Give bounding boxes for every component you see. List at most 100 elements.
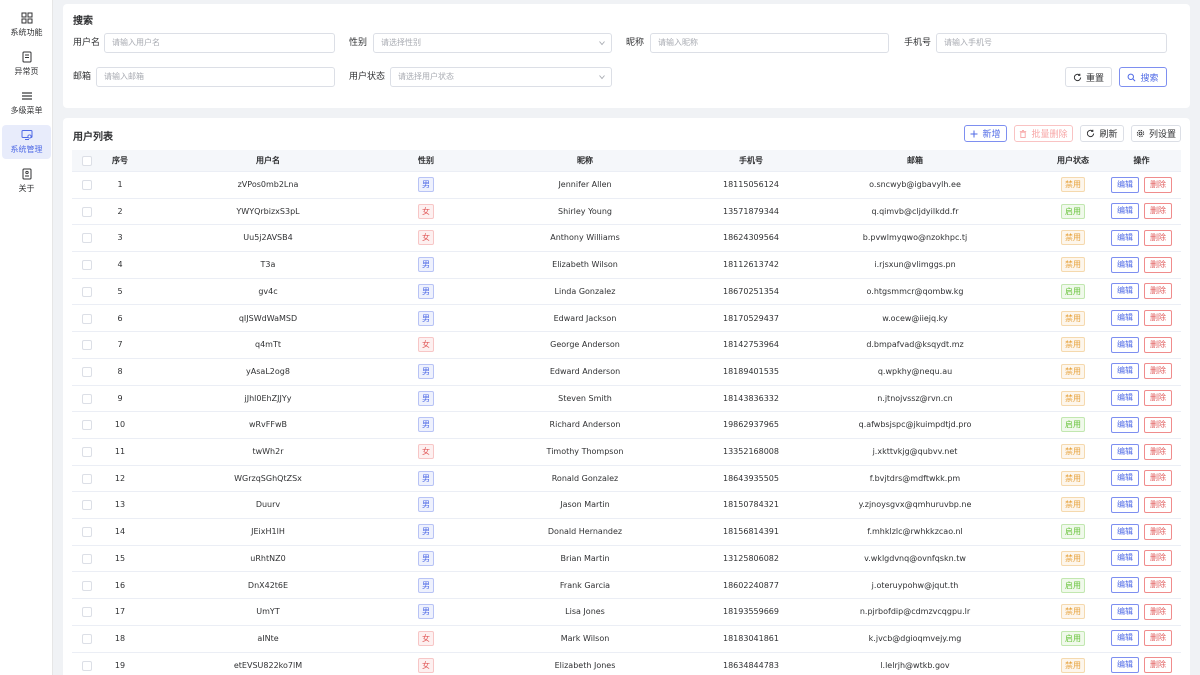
cell-gender: 男 bbox=[398, 599, 454, 625]
row-checkbox[interactable] bbox=[82, 340, 92, 351]
delete-button[interactable]: 删除 bbox=[1144, 256, 1172, 273]
sidebar-item-multi-menu[interactable]: 多级菜单 bbox=[2, 86, 51, 120]
edit-button[interactable]: 编辑 bbox=[1111, 550, 1139, 567]
edit-button[interactable]: 编辑 bbox=[1111, 229, 1139, 246]
edit-button[interactable]: 编辑 bbox=[1111, 630, 1139, 647]
row-checkbox[interactable] bbox=[82, 206, 92, 217]
column-settings-button[interactable]: 列设置 bbox=[1131, 125, 1181, 142]
cell-nickname: Linda Gonzalez bbox=[554, 286, 616, 296]
sidebar-item-error-page[interactable]: 异常页 bbox=[2, 47, 51, 81]
delete-button[interactable]: 删除 bbox=[1144, 550, 1172, 567]
edit-button[interactable]: 编辑 bbox=[1111, 363, 1139, 380]
edit-button[interactable]: 编辑 bbox=[1111, 523, 1139, 540]
refresh-label: 刷新 bbox=[1099, 130, 1118, 140]
row-checkbox[interactable] bbox=[82, 527, 92, 538]
row-checkbox[interactable] bbox=[82, 180, 92, 190]
row-checkbox[interactable] bbox=[82, 607, 92, 618]
row-checkbox[interactable] bbox=[82, 553, 92, 564]
delete-button[interactable]: 删除 bbox=[1144, 363, 1172, 380]
edit-button[interactable]: 编辑 bbox=[1111, 203, 1139, 220]
row-checkbox[interactable] bbox=[82, 260, 92, 271]
edit-button[interactable]: 编辑 bbox=[1111, 336, 1139, 353]
sidebar-item-about[interactable]: 关于 bbox=[2, 164, 51, 198]
search-panel: 搜索 用户名 请输入用户名 性别 请选择性别 昵称 请输入昵称 手机号 请输入手… bbox=[63, 4, 1190, 108]
reset-label: 重置 bbox=[1085, 73, 1104, 84]
row-checkbox[interactable] bbox=[82, 393, 92, 404]
delete-button[interactable]: 删除 bbox=[1144, 283, 1172, 300]
delete-button[interactable]: 删除 bbox=[1144, 390, 1172, 407]
status-select[interactable]: 请选择用户状态 bbox=[390, 67, 612, 87]
edit-button[interactable]: 编辑 bbox=[1111, 603, 1139, 620]
delete-button[interactable]: 删除 bbox=[1144, 229, 1172, 246]
edit-button[interactable]: 编辑 bbox=[1111, 176, 1139, 193]
cell-gender: 男 bbox=[398, 573, 454, 599]
row-checkbox[interactable] bbox=[82, 580, 92, 591]
cell-phone: 18170529437 bbox=[723, 313, 779, 323]
delete-button[interactable]: 删除 bbox=[1144, 577, 1172, 593]
edit-button[interactable]: 编辑 bbox=[1111, 496, 1139, 513]
cell-email: n.jtnojvssz@rvn.cn bbox=[877, 393, 953, 403]
row-checkbox[interactable] bbox=[82, 286, 92, 297]
row-checkbox[interactable] bbox=[82, 500, 92, 511]
delete-button[interactable]: 删除 bbox=[1144, 203, 1172, 220]
cell-gender: 女 bbox=[398, 199, 454, 225]
row-checkbox[interactable] bbox=[82, 366, 92, 377]
delete-button[interactable]: 删除 bbox=[1144, 603, 1172, 620]
add-user-button[interactable]: 新增 bbox=[964, 125, 1007, 142]
delete-button[interactable]: 删除 bbox=[1144, 443, 1172, 460]
edit-button[interactable]: 编辑 bbox=[1111, 470, 1139, 487]
delete-button[interactable]: 删除 bbox=[1144, 657, 1172, 674]
status-badge: 禁用 bbox=[1061, 363, 1085, 379]
batch-delete-button[interactable]: 批量删除 bbox=[1014, 125, 1073, 142]
cell-index: 16 bbox=[114, 580, 126, 590]
delete-button[interactable]: 删除 bbox=[1144, 176, 1172, 193]
row-checkbox[interactable] bbox=[82, 473, 92, 484]
status-badge: 禁用 bbox=[1061, 604, 1085, 620]
sidebar-item-system-management[interactable]: 系统管理 bbox=[2, 125, 51, 159]
edit-button[interactable]: 编辑 bbox=[1111, 577, 1139, 593]
edit-button[interactable]: 编辑 bbox=[1111, 283, 1139, 300]
gender-tag: 女 bbox=[418, 630, 434, 646]
delete-button[interactable]: 删除 bbox=[1144, 470, 1172, 487]
refresh-button[interactable]: 刷新 bbox=[1080, 125, 1124, 142]
status-badge: 禁用 bbox=[1061, 444, 1085, 459]
row-checkbox[interactable] bbox=[82, 447, 92, 457]
edit-button[interactable]: 编辑 bbox=[1111, 310, 1139, 326]
edit-button[interactable]: 编辑 bbox=[1111, 657, 1139, 674]
email-input[interactable]: 请输入邮箱 bbox=[96, 67, 335, 87]
edit-button[interactable]: 编辑 bbox=[1111, 390, 1139, 407]
cell-nickname: Frank Garcia bbox=[559, 580, 611, 590]
error-page-icon bbox=[21, 51, 33, 63]
edit-button[interactable]: 编辑 bbox=[1111, 256, 1139, 273]
sidebar-item-system-functions[interactable]: 系统功能 bbox=[2, 8, 51, 42]
cell-phone: 18142753964 bbox=[723, 340, 779, 350]
row-checkbox[interactable] bbox=[82, 660, 92, 671]
refresh-icon bbox=[1087, 129, 1095, 138]
row-checkbox[interactable] bbox=[82, 313, 92, 324]
phone-input[interactable]: 请输入手机号 bbox=[936, 33, 1167, 53]
row-checkbox[interactable] bbox=[82, 633, 92, 644]
sidebar-item-label: 系统管理 bbox=[10, 145, 43, 154]
delete-button[interactable]: 删除 bbox=[1144, 496, 1172, 513]
delete-button[interactable]: 删除 bbox=[1144, 523, 1172, 540]
row-checkbox[interactable] bbox=[82, 420, 92, 431]
row-checkbox[interactable] bbox=[82, 233, 92, 244]
cell-gender: 男 bbox=[398, 252, 454, 278]
delete-button[interactable]: 删除 bbox=[1144, 310, 1172, 326]
nickname-input[interactable]: 请输入昵称 bbox=[650, 33, 889, 53]
select-all-checkbox[interactable] bbox=[82, 156, 92, 166]
username-input[interactable]: 请输入用户名 bbox=[104, 33, 335, 53]
gender-tag: 男 bbox=[418, 257, 434, 273]
gender-select[interactable]: 请选择性别 bbox=[373, 33, 612, 53]
delete-button[interactable]: 删除 bbox=[1144, 416, 1172, 433]
cell-status: 启用 bbox=[1044, 519, 1102, 545]
edit-button[interactable]: 编辑 bbox=[1111, 416, 1139, 433]
cell-phone: 18193559669 bbox=[723, 607, 779, 617]
edit-button[interactable]: 编辑 bbox=[1111, 443, 1139, 460]
delete-button[interactable]: 删除 bbox=[1144, 336, 1172, 353]
delete-button[interactable]: 删除 bbox=[1144, 630, 1172, 647]
reset-button[interactable]: 重置 bbox=[1065, 67, 1112, 87]
about-icon bbox=[21, 168, 33, 180]
table-row: 17 UmYT Lisa Jones 18193559669 n.pjrbofdip@c… bbox=[72, 599, 1181, 626]
search-button[interactable]: 搜索 bbox=[1119, 67, 1167, 87]
